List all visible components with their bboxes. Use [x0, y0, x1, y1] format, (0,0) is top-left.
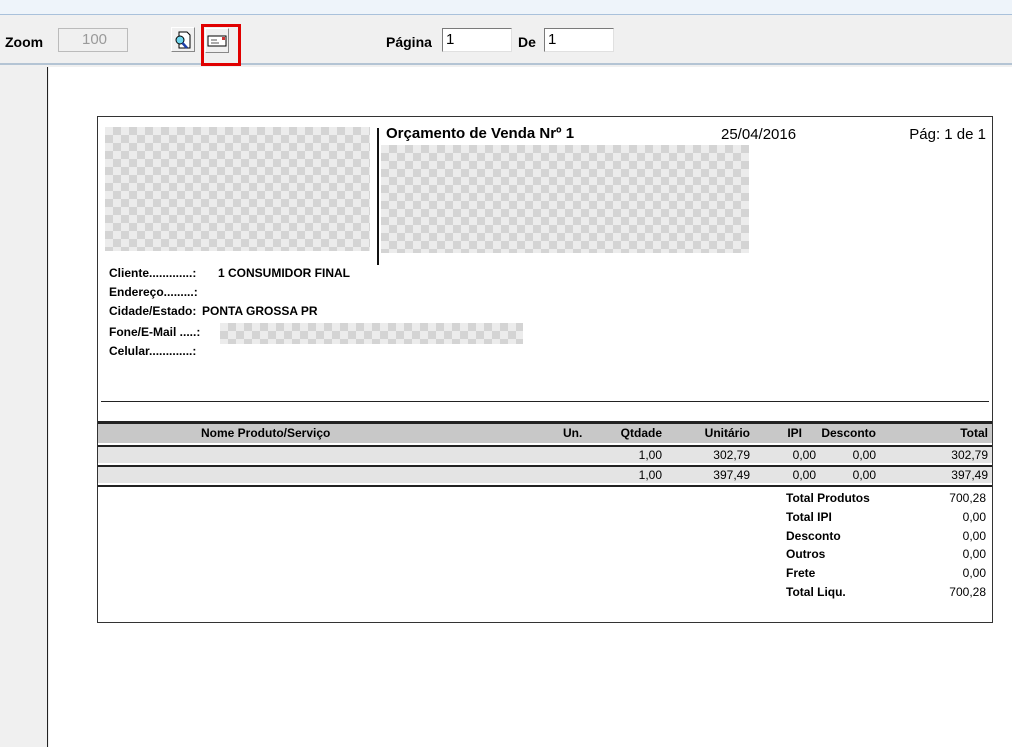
cell-disc: 0,00 — [852, 468, 876, 482]
cell-ipi: 0,00 — [792, 448, 816, 462]
title-strip — [0, 0, 1012, 15]
preview-button[interactable] — [171, 27, 195, 52]
cell-unit: 397,49 — [713, 468, 750, 482]
address-label: Endereço.........: — [109, 285, 198, 299]
total-value: 0,00 — [962, 547, 986, 561]
total-label: Total Produtos — [786, 491, 870, 505]
zoom-label: Zoom — [5, 34, 44, 50]
total-value: 700,28 — [949, 491, 986, 505]
phone-placeholder — [220, 323, 523, 344]
report-date: 25/04/2016 — [721, 126, 797, 143]
report-title: Orçamento de Venda Nrº 1 — [386, 125, 575, 142]
of-label: De — [518, 34, 536, 50]
col-unit: Unitário — [704, 426, 750, 440]
total-value: 0,00 — [962, 510, 986, 524]
table-row: 1,00 302,79 0,00 0,00 302,79 — [98, 445, 992, 463]
total-value: 700,28 — [949, 585, 986, 599]
company-info-placeholder — [381, 145, 749, 253]
col-qty: Qtdade — [620, 426, 662, 440]
total-label: Desconto — [786, 529, 841, 543]
report-page: Orçamento de Venda Nrº 1 25/04/2016 Pág:… — [97, 116, 993, 623]
logo-placeholder — [105, 127, 370, 251]
cell-total: 397,49 — [951, 468, 988, 482]
client-value: 1 CONSUMIDOR FINAL — [218, 266, 350, 280]
cellphone-label: Celular.............: — [109, 344, 197, 358]
total-value: 0,00 — [962, 529, 986, 543]
page-count-input: 1 — [544, 28, 614, 52]
cell-ipi: 0,00 — [792, 468, 816, 482]
cell-qty: 1,00 — [638, 468, 662, 482]
report-page-number: Pág: 1 de 1 — [909, 126, 986, 143]
page-input[interactable]: 1 — [442, 28, 512, 52]
page-label: Página — [386, 34, 432, 50]
col-ipi: IPI — [787, 426, 802, 440]
city-value: PONTA GROSSA PR — [202, 304, 318, 318]
toolbar: Zoom 100 Página 1 De 1 — [0, 15, 1012, 65]
col-total: Total — [960, 426, 988, 440]
zoom-input[interactable]: 100 — [58, 28, 128, 52]
col-un: Un. — [563, 426, 583, 440]
total-label: Outros — [786, 547, 826, 561]
highlight-box — [201, 24, 241, 66]
cell-total: 302,79 — [951, 448, 988, 462]
cell-qty: 1,00 — [638, 448, 662, 462]
total-label: Total Liqu. — [786, 585, 846, 599]
col-name: Nome Produto/Serviço — [201, 426, 331, 440]
separator — [101, 401, 989, 402]
total-label: Frete — [786, 566, 816, 580]
phone-label: Fone/E-Mail .....: — [109, 325, 201, 339]
total-value: 0,00 — [962, 566, 986, 580]
left-pane — [0, 67, 48, 747]
header-divider — [377, 128, 379, 265]
cell-unit: 302,79 — [713, 448, 750, 462]
client-label: Cliente.............: — [109, 266, 197, 280]
table-header: Nome Produto/Serviço Un. Qtdade Unitário… — [98, 421, 992, 443]
total-label: Total IPI — [786, 510, 832, 524]
table-row: 1,00 397,49 0,00 0,00 397,49 — [98, 465, 992, 483]
magnifier-page-icon — [175, 31, 191, 49]
col-disc: Desconto — [821, 426, 876, 440]
table-bottom-line — [98, 485, 992, 487]
cell-disc: 0,00 — [852, 448, 876, 462]
city-label: Cidade/Estado: — [109, 304, 197, 318]
